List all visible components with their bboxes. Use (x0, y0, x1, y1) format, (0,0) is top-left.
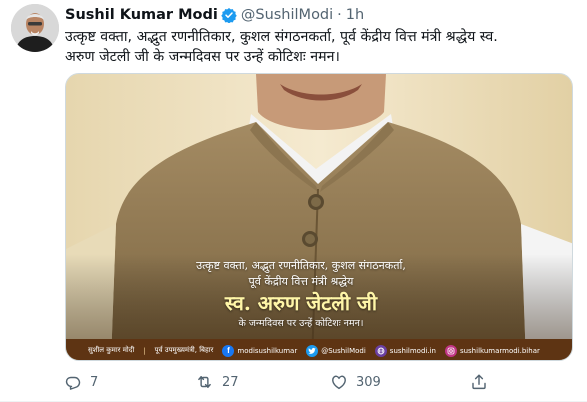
website-url: sushilmodi.in (389, 346, 436, 355)
reply-count: 7 (90, 374, 99, 390)
tweet-actions: 7 27 309 (57, 370, 517, 394)
poster-line: के जन्मदिवस पर उन्हें कोटिशः नमन। (238, 318, 364, 329)
retweet-count: 27 (222, 374, 239, 390)
tweet-media-image[interactable]: उत्कृष्ट वक्ता, अद्भुत रणनीतिकार, कुशल स… (65, 73, 573, 361)
share-button[interactable] (470, 370, 488, 394)
poster-footer: सुशील कुमार मोदी | पूर्व उपमुख्यमंत्री, … (66, 339, 572, 360)
poster-title: स्व. अरुण जेटली जी (224, 291, 378, 315)
poster-footer-website: sushilmodi.in (374, 344, 436, 357)
instagram-handle: sushilkumarmodi.bihar (459, 346, 540, 355)
facebook-icon: f (222, 344, 235, 357)
poster-line: पूर्व केंद्रीय वित्त मंत्री श्रद्धेय (248, 275, 354, 288)
website-icon (374, 344, 387, 357)
author-handle[interactable]: @SushilModi (241, 5, 333, 25)
tweet-text-line: उत्कृष्ट वक्ता, अद्भुत रणनीतिकार, कुशल स… (65, 29, 498, 45)
poster-footer-facebook: f modisushilkumar (222, 344, 298, 357)
poster-footer-instagram: sushilkumarmodi.bihar (444, 344, 540, 357)
like-count: 309 (356, 374, 381, 390)
instagram-icon (444, 344, 457, 357)
poster-footer-name: सुशील कुमार मोदी (88, 346, 135, 354)
avatar[interactable] (11, 4, 59, 52)
share-icon (472, 374, 486, 390)
poster-footer-separator: | (143, 346, 146, 355)
tweet-header: Sushil Kumar Modi @SushilModi · 1h (65, 5, 364, 25)
like-icon (332, 375, 346, 390)
reply-icon (65, 376, 81, 390)
like-button[interactable]: 309 (330, 370, 381, 394)
poster-footer-twitter: @SushilModi (306, 344, 366, 357)
retweet-icon (198, 376, 211, 388)
reply-button[interactable]: 7 (64, 370, 98, 394)
timestamp[interactable]: 1h (346, 5, 364, 25)
separator-dot: · (337, 7, 342, 23)
poster-footer-role: पूर्व उपमुख्यमंत्री, बिहार (154, 346, 214, 354)
tweet[interactable]: Sushil Kumar Modi @SushilModi · 1h उत्कृ… (0, 0, 587, 402)
facebook-handle: modisushilkumar (237, 346, 298, 355)
author-name[interactable]: Sushil Kumar Modi (65, 5, 218, 25)
tweet-text: उत्कृष्ट वक्ता, अद्भुत रणनीतिकार, कुशल स… (65, 27, 565, 67)
tweet-text-line: अरुण जेटली जी के जन्मदिवस पर उन्हें कोटि… (65, 49, 340, 65)
poster-text: उत्कृष्ट वक्ता, अद्भुत रणनीतिकार, कुशल स… (136, 258, 466, 330)
twitter-icon (306, 344, 319, 357)
poster-line: उत्कृष्ट वक्ता, अद्भुत रणनीतिकार, कुशल स… (196, 259, 406, 272)
verified-badge-icon (221, 7, 237, 23)
twitter-handle: @SushilModi (321, 346, 366, 355)
retweet-button[interactable]: 27 (195, 370, 239, 394)
